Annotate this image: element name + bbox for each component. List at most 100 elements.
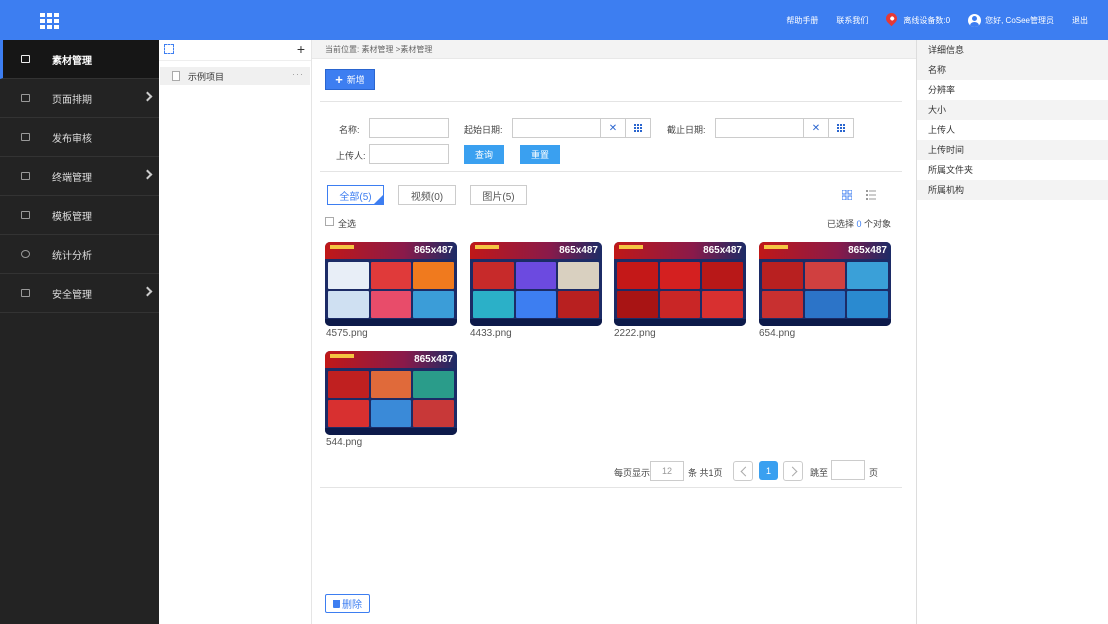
media-thumbnail[interactable]: 865x487 (325, 351, 457, 435)
clear-start-date-button[interactable]: ✕ (600, 118, 626, 138)
sidebar-item-statistics[interactable]: 统计分析 (0, 235, 159, 274)
user-info[interactable]: 您好, CoSee管理员 (968, 13, 1054, 27)
uploader-input[interactable] (369, 144, 449, 164)
apps-grid-icon[interactable] (40, 13, 59, 29)
cube-icon (21, 55, 30, 63)
monitor-icon (21, 172, 30, 180)
chevron-right-icon (142, 91, 153, 102)
sidebar-item-label: 模板管理 (52, 211, 92, 223)
name-input[interactable] (369, 118, 449, 138)
uploader-label: 上传人: (336, 151, 366, 161)
sidebar-item-terminal[interactable]: 终端管理 (0, 157, 159, 196)
per-page-input[interactable]: 12 (650, 461, 684, 481)
detail-field-organization: 所属机构 (917, 180, 1108, 200)
sidebar-item-template[interactable]: 模板管理 (0, 196, 159, 235)
add-project-button[interactable]: + (297, 41, 305, 57)
offline-devices[interactable]: 离线设备数:0 (884, 10, 950, 27)
page-unit-label: 页 (869, 468, 879, 478)
logout-link[interactable]: 退出 (1072, 15, 1088, 26)
tree-item-project[interactable]: 示例项目 ··· (160, 67, 310, 85)
delete-button-label: 删除 (342, 600, 362, 611)
detail-field-upload-time: 上传时间 (917, 140, 1108, 160)
file-name: 4433.png (470, 328, 512, 339)
grid-view-icon[interactable] (842, 190, 852, 200)
selection-suffix: 个对象 (861, 219, 892, 229)
document-icon (172, 71, 180, 81)
divider (320, 101, 902, 102)
main-content: 当前位置: 素材管理 >素材管理 + 新增 名称: 起始日期: ✕ 截止日期: ✕… (312, 40, 916, 624)
tab-all[interactable]: 全部(5) (327, 185, 384, 205)
end-date-input[interactable] (715, 118, 804, 138)
detail-field-uploader: 上传人 (928, 125, 956, 135)
resolution-label: 865x487 (703, 245, 742, 256)
resolution-label: 865x487 (414, 245, 453, 256)
detail-field-size: 大小 (917, 100, 1108, 120)
chevron-right-icon (142, 286, 153, 297)
goto-label: 跳至 (810, 468, 829, 478)
clipboard-check-icon (21, 133, 30, 141)
chevron-right-icon (142, 169, 153, 180)
close-icon: ✕ (608, 122, 618, 134)
sidebar-item-schedule[interactable]: 页面排期 (0, 79, 159, 118)
next-page-button[interactable] (783, 461, 803, 481)
calendar-icon (21, 94, 30, 102)
prev-page-button[interactable] (733, 461, 753, 481)
resolution-label: 865x487 (559, 245, 598, 256)
sidebar-item-label: 页面排期 (52, 94, 92, 106)
location-pin-icon (884, 10, 900, 27)
calendar-start-button[interactable] (625, 118, 651, 138)
pie-chart-icon (21, 250, 30, 258)
add-button-label: 新增 (346, 75, 365, 85)
more-icon[interactable]: ··· (292, 69, 304, 79)
list-view-icon[interactable] (866, 190, 876, 200)
tab-video[interactable]: 视频(0) (398, 185, 456, 205)
selection-status: 已选择 0 个对象 (827, 217, 891, 230)
calendar-end-button[interactable] (828, 118, 854, 138)
reset-button[interactable]: 重置 (520, 145, 560, 164)
query-button[interactable]: 查询 (464, 145, 504, 164)
template-icon (21, 211, 30, 219)
sidebar-item-label: 安全管理 (52, 289, 92, 301)
resolution-label: 865x487 (414, 354, 453, 365)
sidebar-item-label: 素材管理 (52, 55, 92, 67)
sidebar-item-label: 统计分析 (52, 250, 92, 262)
detail-field-folder: 所属文件夹 (928, 165, 974, 175)
detail-title: 详细信息 (917, 40, 1108, 60)
file-name: 4575.png (326, 328, 368, 339)
detail-field-name: 名称 (917, 60, 1108, 80)
tab-image[interactable]: 图片(5) (470, 185, 527, 205)
goto-page-input[interactable] (831, 460, 865, 480)
total-pages-label: 条 共1页 (688, 468, 723, 478)
project-tree: + 示例项目 ··· (159, 40, 312, 624)
divider (320, 171, 902, 172)
clear-end-date-button[interactable]: ✕ (803, 118, 829, 138)
scan-icon[interactable] (164, 44, 174, 54)
breadcrumb: 当前位置: 素材管理 >素材管理 (312, 40, 916, 59)
detail-field-resolution: 分辨率 (928, 85, 956, 95)
file-name: 654.png (759, 328, 796, 339)
sidebar-item-material[interactable]: 素材管理 (0, 40, 159, 79)
sidebar: 素材管理 页面排期 发布审核 终端管理 模板管理 统计分析 安全管理 (0, 40, 159, 624)
start-date-label: 起始日期: (464, 125, 503, 135)
tree-item-label: 示例项目 (188, 71, 225, 82)
per-page-label: 每页显示 (614, 468, 651, 478)
help-link[interactable]: 帮助手册 (786, 15, 818, 26)
select-all-label: 全选 (338, 219, 357, 229)
current-page-button[interactable]: 1 (759, 461, 778, 480)
select-all-checkbox[interactable] (325, 217, 334, 226)
detail-panel: 详细信息 名称 分辨率 大小 上传人 上传时间 所属文件夹 所属机构 (916, 40, 1108, 624)
media-thumbnail[interactable]: 865x487 (759, 242, 891, 326)
media-thumbnail[interactable]: 865x487 (614, 242, 746, 326)
media-thumbnail[interactable]: 865x487 (470, 242, 602, 326)
contact-link[interactable]: 联系我们 (836, 15, 868, 26)
end-date-label: 截止日期: (667, 125, 706, 135)
add-button[interactable]: + 新增 (325, 69, 375, 90)
calendar-icon (837, 124, 845, 132)
card-icon (21, 289, 30, 297)
sidebar-item-security[interactable]: 安全管理 (0, 274, 159, 313)
start-date-input[interactable] (512, 118, 601, 138)
divider (320, 487, 902, 488)
media-thumbnail[interactable]: 865x487 (325, 242, 457, 326)
delete-button[interactable]: 删除 (325, 594, 370, 613)
sidebar-item-review[interactable]: 发布审核 (0, 118, 159, 157)
